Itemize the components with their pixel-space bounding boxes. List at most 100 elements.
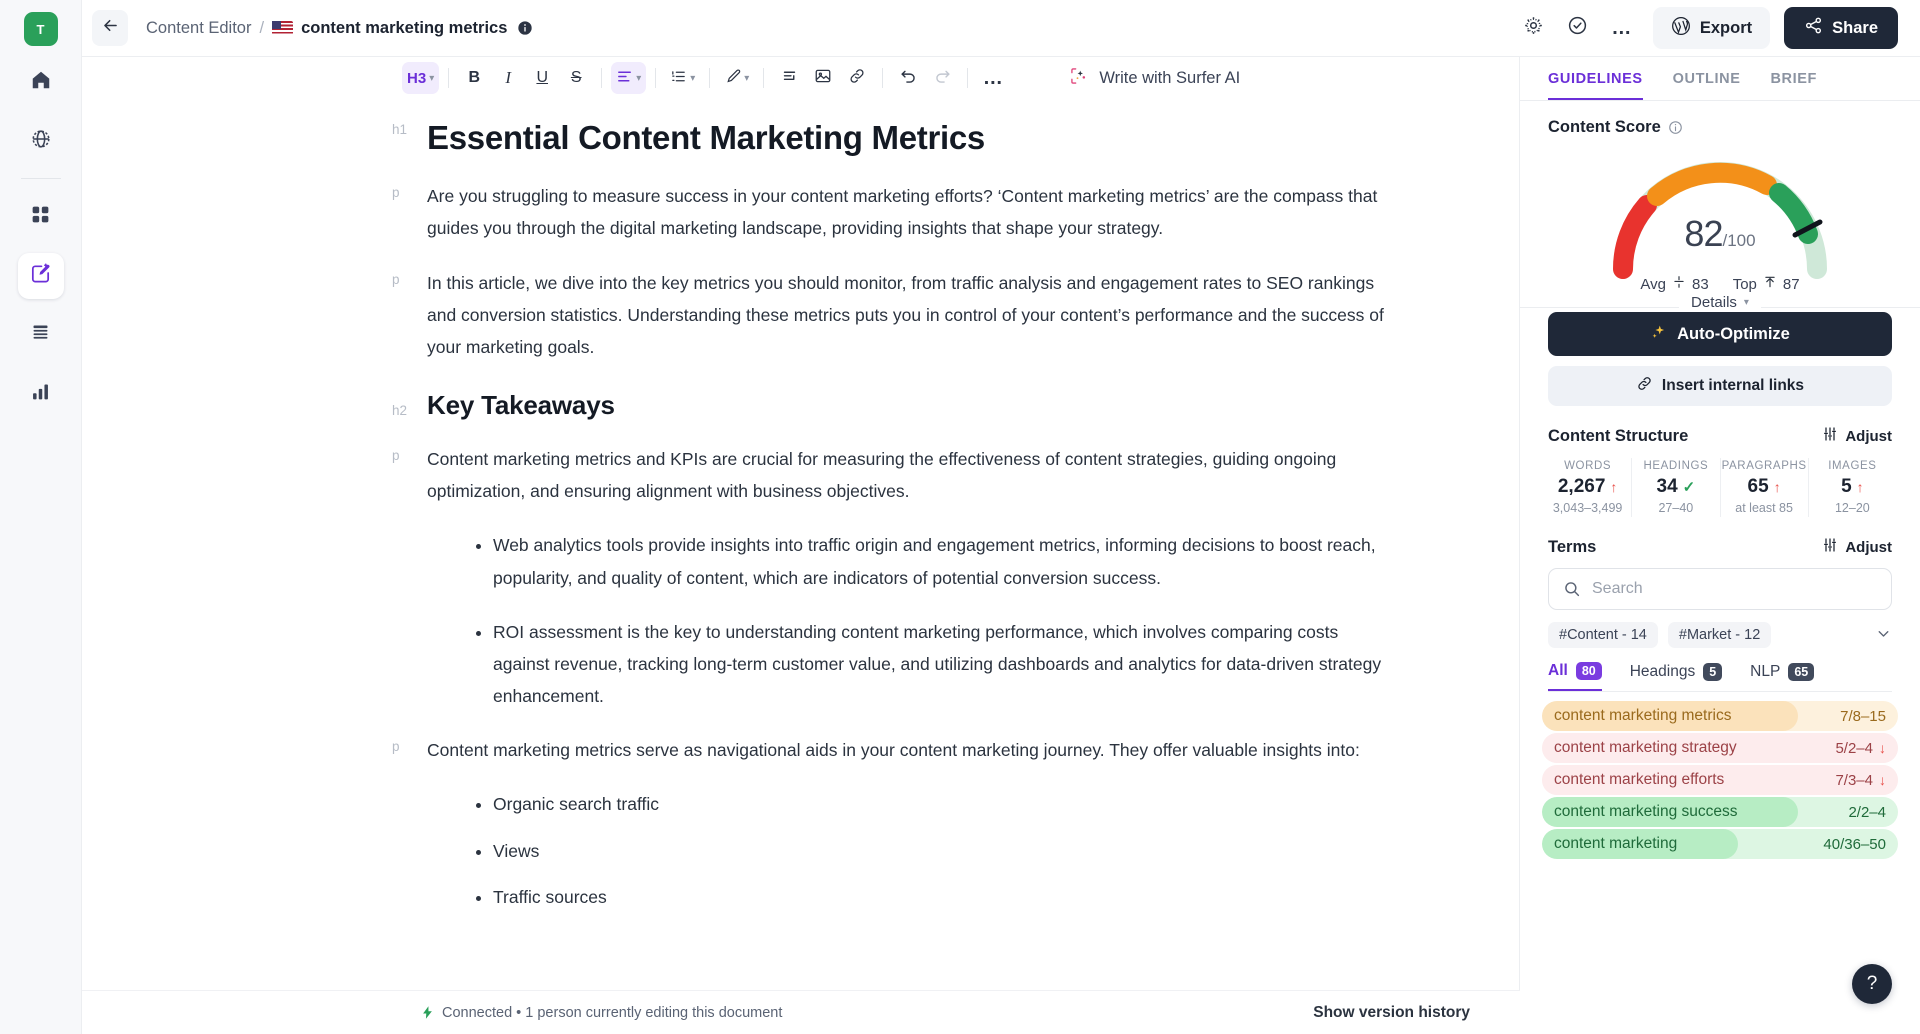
undo-icon: [899, 67, 918, 90]
document-block-paragraph[interactable]: p In this article, we dive into the key …: [82, 267, 1519, 364]
highlight-dropdown[interactable]: ▾: [719, 62, 754, 94]
insert-image-button[interactable]: [807, 62, 839, 94]
term-tag-market[interactable]: #Market - 12: [1667, 622, 1772, 648]
info-icon[interactable]: [1668, 120, 1683, 135]
breadcrumb: Content Editor / content marketing metri…: [146, 19, 533, 38]
underline-button[interactable]: U: [526, 62, 558, 94]
share-button[interactable]: Share: [1784, 7, 1898, 49]
adjust-structure-button[interactable]: Adjust: [1822, 426, 1892, 446]
chevron-down-icon: ▾: [429, 72, 435, 84]
workspace-avatar[interactable]: T: [23, 12, 58, 46]
insert-internal-links-button[interactable]: Insert internal links: [1548, 366, 1892, 406]
tab-terms-nlp[interactable]: NLP 65: [1750, 663, 1815, 690]
paragraph-text: Are you struggling to measure success in…: [427, 186, 1378, 239]
term-name: content marketing efforts: [1554, 771, 1725, 788]
stat-label: PARAGRAPHS: [1721, 460, 1807, 472]
wordpress-icon: [1671, 16, 1691, 41]
document-scroll-area[interactable]: h1 Essential Content Marketing Metrics p…: [82, 99, 1519, 1034]
breadcrumb-parent[interactable]: Content Editor: [146, 19, 251, 38]
check-circle-icon: [1567, 15, 1588, 41]
share-label: Share: [1832, 18, 1878, 37]
stat-value-row: 65 ↑: [1721, 476, 1808, 498]
export-button[interactable]: Export: [1652, 7, 1771, 49]
adjust-terms-button[interactable]: Adjust: [1822, 537, 1892, 557]
chevron-down-icon: ▾: [636, 72, 642, 84]
details-divider: Details ▾: [1520, 294, 1920, 311]
toolbar-divider: [655, 68, 657, 88]
auto-optimize-button[interactable]: Auto-Optimize: [1548, 312, 1892, 356]
term-row[interactable]: content marketing metrics 7/8–15: [1542, 701, 1898, 731]
strikethrough-button[interactable]: S: [560, 62, 592, 94]
tab-terms-all[interactable]: All 80: [1548, 662, 1602, 691]
more-options-button[interactable]: …: [1603, 9, 1641, 47]
list-item: Web analytics tools provide insights int…: [493, 529, 1399, 593]
search-input[interactable]: [1592, 580, 1877, 598]
term-tag-content[interactable]: #Content - 14: [1548, 622, 1658, 648]
details-toggle-button[interactable]: Details ▾: [1679, 294, 1761, 311]
document-block-paragraph[interactable]: p Are you struggling to measure success …: [82, 180, 1519, 244]
term-row[interactable]: content marketing success 2/2–4: [1542, 797, 1898, 827]
chevron-down-icon[interactable]: [1875, 625, 1892, 645]
info-icon[interactable]: [517, 20, 533, 36]
document-block-list[interactable]: Organic search traffic Views Traffic sou…: [82, 788, 1519, 913]
indent-icon: [781, 68, 798, 89]
document-block-paragraph[interactable]: p Content marketing metrics serve as nav…: [82, 734, 1519, 766]
terms-list: content marketing metrics 7/8–15 content…: [1542, 701, 1898, 859]
chevron-down-icon: ▾: [1743, 297, 1749, 308]
block-tag: h2: [392, 403, 408, 419]
help-button[interactable]: ?: [1852, 964, 1892, 1004]
sidebar-item-apps[interactable]: [18, 194, 64, 240]
term-row[interactable]: content marketing 40/36–50: [1542, 829, 1898, 859]
guidelines-panel: GUIDELINES OUTLINE BRIEF Content Score 8…: [1520, 57, 1920, 1034]
breadcrumb-current[interactable]: content marketing metrics: [301, 19, 507, 38]
list-dropdown[interactable]: ▾: [665, 62, 700, 94]
align-dropdown[interactable]: ▾: [611, 62, 647, 94]
toolbar-divider: [763, 68, 765, 88]
tab-brief[interactable]: BRIEF: [1770, 57, 1817, 100]
redo-button[interactable]: [926, 62, 958, 94]
write-with-surfer-ai-button[interactable]: Write with Surfer AI: [1069, 66, 1240, 91]
sidebar-item-content-editor[interactable]: [17, 253, 64, 299]
document-block-h2[interactable]: h2 Key Takeaways: [82, 389, 1519, 423]
sidebar-item-home[interactable]: [18, 59, 64, 105]
term-usage: 7/3–4 ↓: [1835, 772, 1886, 789]
toolbar-more-button[interactable]: …: [977, 62, 1009, 94]
undo-button[interactable]: [892, 62, 924, 94]
document-body[interactable]: h1 Essential Content Marketing Metrics p…: [82, 99, 1519, 913]
block-tag: h1: [392, 122, 408, 137]
lightning-icon: [420, 1005, 435, 1020]
back-button[interactable]: [92, 10, 128, 46]
sidebar-item-outline[interactable]: [18, 312, 64, 358]
sliders-icon: [1822, 426, 1838, 446]
tab-outline[interactable]: OUTLINE: [1673, 57, 1741, 100]
heading-level-dropdown[interactable]: H3 ▾: [402, 62, 440, 94]
arrow-up-icon: ↑: [1856, 479, 1864, 495]
term-usage-value: 40/36–50: [1823, 835, 1886, 853]
show-version-history-button[interactable]: Show version history: [1313, 1004, 1470, 1022]
arrow-up-icon: ↑: [1773, 479, 1781, 495]
insert-link-button[interactable]: [841, 62, 873, 94]
italic-button[interactable]: I: [492, 62, 524, 94]
pen-icon: [724, 68, 741, 89]
document-block-paragraph[interactable]: p Content marketing metrics and KPIs are…: [82, 443, 1519, 507]
tab-terms-headings[interactable]: Headings 5: [1630, 663, 1723, 690]
document-block-h1[interactable]: h1 Essential Content Marketing Metrics: [82, 117, 1519, 158]
term-usage-value: 5/2–4: [1835, 739, 1873, 757]
content-score-label: Content Score: [1548, 118, 1661, 136]
tab-label: All: [1548, 662, 1568, 679]
terms-search-box[interactable]: [1548, 568, 1892, 610]
sidebar-item-analytics[interactable]: [18, 371, 64, 417]
term-row[interactable]: content marketing efforts 7/3–4 ↓: [1542, 765, 1898, 795]
publish-status-button[interactable]: [1559, 9, 1597, 47]
tab-guidelines[interactable]: GUIDELINES: [1548, 57, 1643, 100]
indent-button[interactable]: [773, 62, 805, 94]
term-name: content marketing success: [1554, 803, 1738, 820]
term-row[interactable]: content marketing strategy 5/2–4 ↓: [1542, 733, 1898, 763]
sidebar-item-globe[interactable]: [18, 118, 64, 164]
settings-button[interactable]: [1515, 9, 1553, 47]
app-header: Content Editor / content marketing metri…: [82, 0, 1920, 57]
list-item: ROI assessment is the key to understandi…: [493, 616, 1399, 713]
document-block-list[interactable]: Web analytics tools provide insights int…: [82, 529, 1519, 712]
bold-button[interactable]: B: [458, 62, 490, 94]
content-structure-stats: WORDS 2,267 ↑ 3,043–3,499 HEADINGS 34 ✓ …: [1544, 458, 1896, 517]
